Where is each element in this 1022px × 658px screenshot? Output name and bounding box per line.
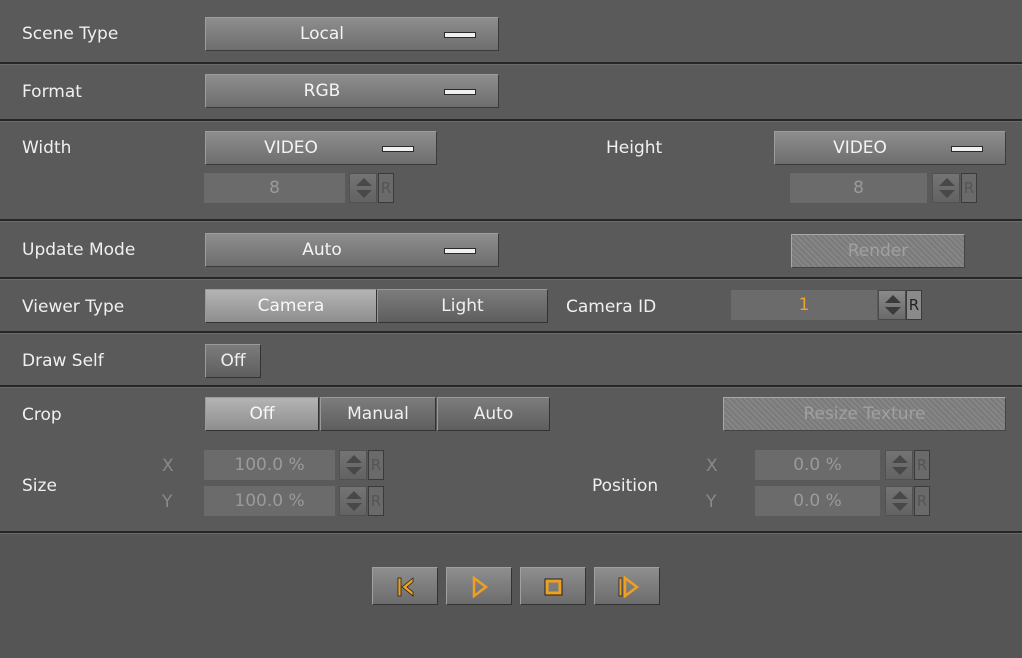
size-x-field[interactable]: 100.0 %: [204, 450, 335, 480]
scene-type-dropdown[interactable]: Local: [205, 17, 499, 51]
position-y-label: Y: [706, 492, 717, 512]
camera-id-reset-button[interactable]: R: [906, 290, 922, 320]
arrow-down-icon: [892, 467, 908, 475]
resize-texture-button[interactable]: Resize Texture: [723, 397, 1006, 431]
separator: [0, 331, 1022, 334]
crop-auto-button[interactable]: Auto: [437, 397, 550, 431]
update-mode-label: Update Mode: [22, 240, 136, 260]
arrow-up-icon: [939, 178, 955, 186]
viewer-type-camera-button[interactable]: Camera: [205, 289, 377, 323]
play-button[interactable]: [446, 567, 512, 605]
height-reset-button[interactable]: R: [961, 173, 977, 203]
position-x-reset-button[interactable]: R: [914, 450, 930, 480]
width-value-field[interactable]: 8: [204, 173, 345, 203]
step-forward-button[interactable]: [594, 567, 660, 605]
arrow-up-icon: [885, 295, 901, 303]
arrow-up-icon: [892, 491, 908, 499]
dropdown-bar-icon: [951, 146, 983, 152]
size-x-reset-button[interactable]: R: [368, 450, 384, 480]
arrow-down-icon: [885, 307, 901, 315]
dropdown-bar-icon: [382, 146, 414, 152]
separator: [0, 219, 1022, 222]
size-y-field[interactable]: 100.0 %: [204, 486, 335, 516]
arrow-up-icon: [346, 491, 362, 499]
format-value: RGB: [303, 81, 341, 101]
stop-button[interactable]: [520, 567, 586, 605]
arrow-down-icon: [356, 190, 372, 198]
viewer-type-light-button[interactable]: Light: [377, 289, 548, 323]
height-mode-value: VIDEO: [833, 138, 887, 158]
separator: [0, 277, 1022, 280]
draw-self-toggle[interactable]: Off: [205, 344, 261, 378]
dropdown-bar-icon: [444, 248, 476, 254]
dropdown-bar-icon: [444, 89, 476, 95]
skip-to-start-button[interactable]: [372, 567, 438, 605]
stop-icon: [544, 578, 563, 596]
separator: [0, 62, 1022, 65]
render-button[interactable]: Render: [791, 234, 965, 268]
arrow-up-icon: [356, 178, 372, 186]
position-y-reset-button[interactable]: R: [914, 486, 930, 516]
separator: [0, 531, 1022, 534]
height-label: Height: [606, 138, 663, 158]
update-mode-dropdown[interactable]: Auto: [205, 233, 499, 267]
position-x-label: X: [706, 456, 718, 476]
camera-id-label: Camera ID: [566, 297, 657, 317]
scene-type-value: Local: [299, 24, 345, 44]
arrow-up-icon: [346, 455, 362, 463]
arrow-down-icon: [346, 503, 362, 511]
size-y-label: Y: [162, 492, 173, 512]
width-mode-dropdown[interactable]: VIDEO: [205, 131, 437, 165]
draw-self-label: Draw Self: [22, 351, 104, 371]
size-y-spinner[interactable]: [339, 486, 367, 516]
crop-label: Crop: [22, 405, 62, 425]
format-row: [0, 65, 1022, 119]
crop-off-button[interactable]: Off: [205, 397, 319, 431]
update-mode-value: Auto: [302, 240, 342, 260]
height-mode-dropdown[interactable]: VIDEO: [774, 131, 1006, 165]
arrow-up-icon: [892, 455, 908, 463]
step-forward-icon: [618, 576, 639, 598]
position-y-spinner[interactable]: [885, 486, 913, 516]
crop-manual-button[interactable]: Manual: [320, 397, 436, 431]
draw-self-row: [0, 334, 1022, 385]
position-x-field[interactable]: 0.0 %: [755, 450, 880, 480]
format-label: Format: [22, 82, 82, 102]
position-x-spinner[interactable]: [885, 450, 913, 480]
size-label: Size: [22, 476, 57, 496]
format-dropdown[interactable]: RGB: [205, 74, 499, 108]
width-reset-button[interactable]: R: [378, 173, 394, 203]
separator: [0, 385, 1022, 388]
height-value-field[interactable]: 8: [790, 173, 927, 203]
arrow-down-icon: [892, 503, 908, 511]
viewer-type-label: Viewer Type: [22, 297, 125, 317]
position-label: Position: [592, 476, 659, 496]
scene-type-row: [0, 0, 1022, 62]
play-icon: [472, 576, 489, 598]
size-x-spinner[interactable]: [339, 450, 367, 480]
width-spinner[interactable]: [349, 173, 377, 203]
separator: [0, 119, 1022, 122]
dropdown-bar-icon: [444, 32, 476, 38]
width-mode-value: VIDEO: [264, 138, 318, 158]
scene-type-label: Scene Type: [22, 24, 119, 44]
camera-id-field[interactable]: 1: [731, 290, 877, 320]
size-y-reset-button[interactable]: R: [368, 486, 384, 516]
width-label: Width: [22, 138, 72, 158]
arrow-down-icon: [939, 190, 955, 198]
skip-to-start-icon: [397, 577, 414, 597]
size-x-label: X: [162, 456, 174, 476]
position-y-field[interactable]: 0.0 %: [755, 486, 880, 516]
height-spinner[interactable]: [932, 173, 960, 203]
arrow-down-icon: [346, 467, 362, 475]
camera-id-spinner[interactable]: [878, 290, 906, 320]
